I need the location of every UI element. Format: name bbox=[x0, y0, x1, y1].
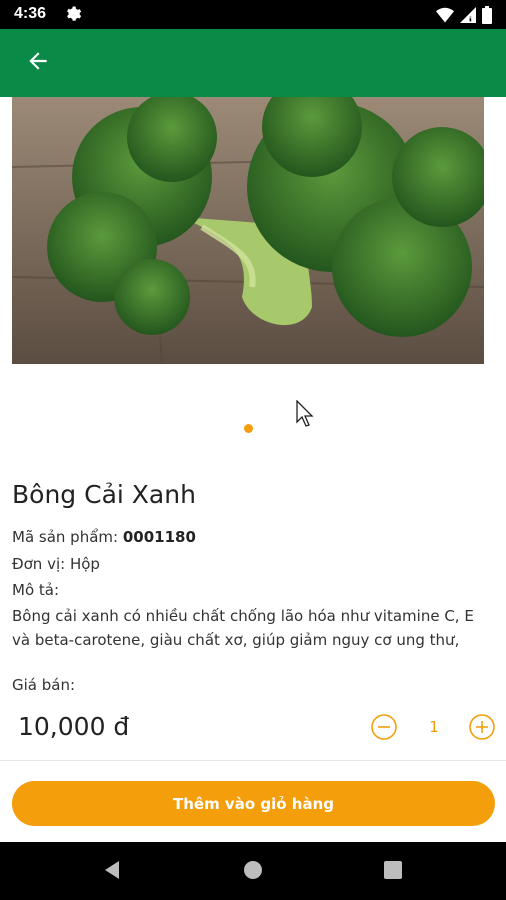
product-unit-line: Đơn vị: Hộp bbox=[12, 555, 100, 573]
add-to-cart-button[interactable]: Thêm vào giỏ hàng bbox=[12, 781, 495, 826]
product-code-line: Mã sản phẩm: 0001180 bbox=[12, 528, 196, 546]
minus-circle-icon bbox=[370, 714, 398, 745]
settings-gear-icon bbox=[64, 5, 82, 27]
quantity-value: 1 bbox=[429, 718, 439, 736]
signal-icon bbox=[460, 7, 476, 27]
nav-back-icon[interactable] bbox=[101, 859, 123, 885]
plus-circle-icon bbox=[468, 714, 496, 745]
increase-quantity-button[interactable] bbox=[468, 713, 496, 741]
status-bar: 4:36 bbox=[0, 0, 506, 29]
carousel-indicator-dot[interactable] bbox=[244, 424, 253, 433]
product-description: Bông cải xanh có nhiều chất chống lão hó… bbox=[12, 607, 474, 649]
wifi-icon bbox=[436, 7, 454, 27]
arrow-left-icon bbox=[25, 48, 51, 78]
system-nav-bar bbox=[0, 842, 506, 900]
nav-recents-icon[interactable] bbox=[382, 859, 404, 885]
product-name: Bông Cải Xanh bbox=[12, 480, 196, 509]
product-unit-label: Đơn vị: bbox=[12, 555, 66, 573]
status-time: 4:36 bbox=[14, 5, 47, 22]
status-icons bbox=[436, 6, 492, 28]
back-button[interactable] bbox=[20, 45, 56, 81]
app-bar bbox=[0, 29, 506, 97]
price-value: 10,000 đ bbox=[18, 712, 130, 741]
mouse-cursor-icon bbox=[296, 399, 316, 432]
product-unit-value: Hộp bbox=[69, 555, 100, 573]
product-image bbox=[12, 97, 484, 364]
decrease-quantity-button[interactable] bbox=[370, 713, 398, 741]
product-code-label: Mã sản phẩm: bbox=[12, 528, 119, 546]
battery-icon bbox=[482, 6, 492, 28]
quantity-stepper: 1 bbox=[370, 713, 498, 743]
nav-home-icon[interactable] bbox=[242, 859, 264, 885]
price-label: Giá bán: bbox=[12, 676, 76, 694]
divider bbox=[0, 760, 506, 761]
product-code-value: 0001180 bbox=[122, 528, 196, 546]
product-desc-label: Mô tả: bbox=[12, 581, 60, 599]
